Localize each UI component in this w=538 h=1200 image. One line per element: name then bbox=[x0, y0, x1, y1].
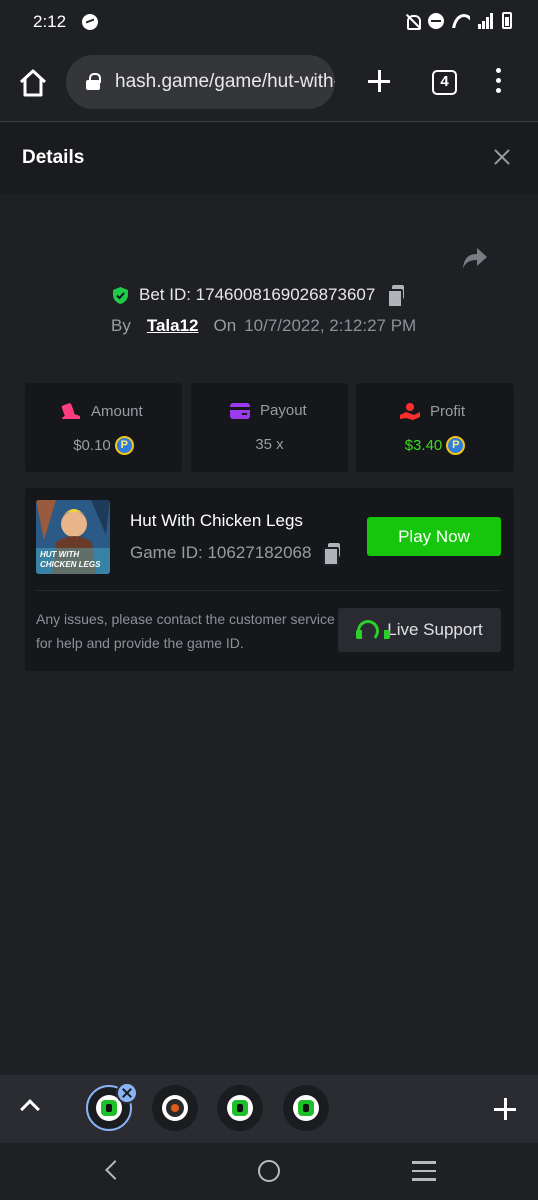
payout-wallet-icon bbox=[230, 402, 250, 419]
chevron-up-icon[interactable] bbox=[20, 1099, 40, 1119]
url-text: hash.game/game/hut-with-chicken-legs bbox=[115, 71, 335, 92]
system-nav-bar bbox=[0, 1143, 538, 1200]
home-icon[interactable] bbox=[16, 66, 50, 100]
live-support-button[interactable]: Live Support bbox=[338, 608, 501, 652]
url-bar[interactable]: hash.game/game/hut-with-chicken-legs bbox=[66, 55, 335, 109]
payout-label: Payout bbox=[260, 402, 307, 419]
game-thumbnail[interactable]: HUT WITH CHICKEN LEGS bbox=[36, 500, 110, 574]
help-text: Any issues, please contact the customer … bbox=[36, 611, 335, 651]
divider bbox=[36, 590, 502, 591]
wifi-icon bbox=[452, 13, 470, 28]
signal-icon bbox=[478, 12, 494, 29]
username-link[interactable]: Tala12 bbox=[147, 316, 199, 336]
add-tab-icon[interactable] bbox=[494, 1098, 516, 1120]
thumb-text-1: HUT WITH bbox=[40, 550, 80, 559]
tab-switcher-button[interactable]: 4 bbox=[432, 70, 457, 95]
tab-item[interactable] bbox=[152, 1085, 198, 1131]
coin-icon: P bbox=[446, 436, 466, 455]
bet-datetime: 10/7/2022, 2:12:27 PM bbox=[244, 316, 417, 335]
amount-icon bbox=[61, 403, 80, 419]
amount-card: Amount $0.10 P bbox=[25, 383, 182, 472]
tab-strip bbox=[0, 1075, 538, 1143]
recents-icon[interactable] bbox=[412, 1161, 436, 1181]
browser-toolbar: hash.game/game/hut-with-chicken-legs 4 bbox=[0, 44, 538, 122]
more-menu-icon[interactable] bbox=[494, 68, 502, 96]
battery-icon bbox=[502, 12, 512, 29]
close-icon[interactable] bbox=[492, 147, 512, 167]
on-label: On bbox=[213, 316, 237, 335]
bet-id: Bet ID: 1746008169026873607 bbox=[139, 285, 376, 304]
amount-value: $0.10 bbox=[73, 437, 111, 454]
status-icons bbox=[404, 12, 512, 30]
game-id-row: Game ID: 10627182068 bbox=[130, 543, 341, 566]
profit-card: Profit $3.40 P bbox=[356, 383, 514, 472]
bet-id-row: Bet ID: 1746008169026873607 bbox=[111, 284, 405, 308]
messenger-icon bbox=[82, 14, 98, 30]
home-circle-icon[interactable] bbox=[258, 1160, 280, 1182]
close-tab-icon[interactable] bbox=[116, 1082, 138, 1104]
copy-game-id-icon[interactable] bbox=[323, 543, 341, 566]
tab-item[interactable] bbox=[217, 1085, 263, 1131]
amount-label: Amount bbox=[91, 402, 143, 420]
profit-icon bbox=[400, 403, 420, 420]
site-favicon-icon bbox=[293, 1095, 319, 1121]
live-support-label: Live Support bbox=[387, 620, 483, 639]
details-header: Details bbox=[0, 123, 538, 194]
game-card: HUT WITH CHICKEN LEGS Hut With Chicken L… bbox=[25, 488, 514, 671]
site-favicon-icon bbox=[162, 1095, 188, 1121]
play-now-button[interactable]: Play Now bbox=[367, 517, 501, 556]
back-icon[interactable] bbox=[105, 1160, 125, 1180]
share-icon[interactable] bbox=[462, 246, 488, 270]
thumb-text-2: CHICKEN LEGS bbox=[40, 560, 101, 569]
status-time: 2:12 bbox=[33, 12, 67, 31]
site-favicon-icon bbox=[227, 1095, 253, 1121]
profit-label: Profit bbox=[430, 402, 466, 420]
game-title: Hut With Chicken Legs bbox=[130, 511, 303, 530]
copy-bet-id-icon[interactable] bbox=[387, 285, 405, 308]
by-label: By bbox=[111, 316, 131, 335]
payout-value: 35 x bbox=[255, 436, 284, 453]
lock-icon bbox=[86, 73, 101, 90]
game-id: Game ID: 10627182068 bbox=[130, 543, 312, 562]
do-not-disturb-icon bbox=[428, 12, 444, 29]
verified-shield-icon bbox=[113, 286, 128, 304]
notifications-off-icon bbox=[404, 13, 421, 30]
status-bar: 2:12 bbox=[0, 0, 538, 44]
headset-icon bbox=[356, 619, 391, 642]
bet-meta: By Tala12 On 10/7/2022, 2:12:27 PM bbox=[111, 316, 416, 336]
page-title: Details bbox=[22, 147, 85, 168]
profit-value: $3.40 bbox=[404, 437, 443, 454]
new-tab-icon[interactable] bbox=[364, 66, 394, 96]
payout-card: Payout 35 x bbox=[191, 383, 348, 472]
tab-item[interactable] bbox=[283, 1085, 329, 1131]
coin-icon: P bbox=[114, 436, 134, 455]
